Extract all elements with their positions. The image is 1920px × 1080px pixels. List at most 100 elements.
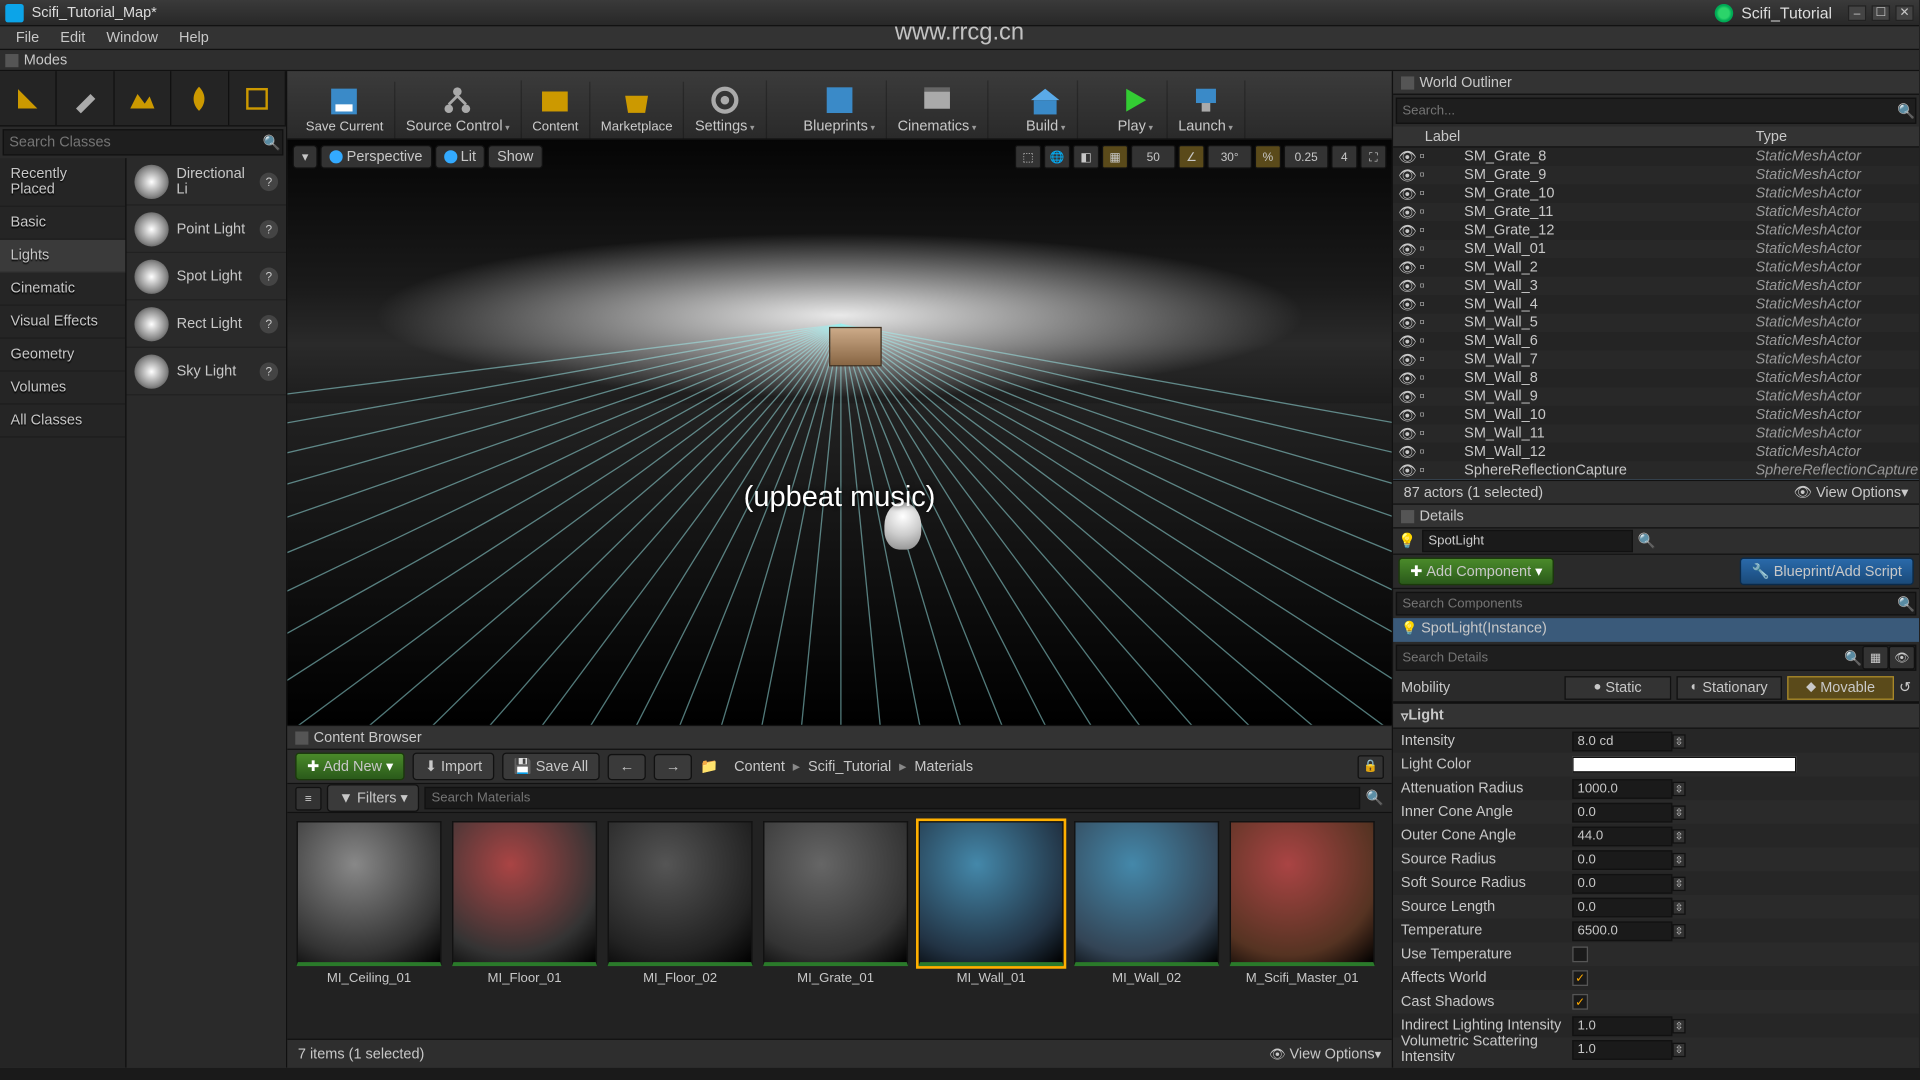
outliner-row[interactable]: 👁▫SM_Grate_12StaticMeshActor xyxy=(1393,221,1919,239)
grid-snap-icon[interactable]: ▦ xyxy=(1102,145,1128,169)
content-browser-tab[interactable]: Content Browser xyxy=(287,726,1391,750)
search-materials-input[interactable] xyxy=(425,787,1361,809)
checkbox[interactable] xyxy=(1572,994,1588,1010)
add-component-button[interactable]: ✚ Add Component ▾ xyxy=(1398,558,1554,586)
spinner-icon[interactable]: ⇳ xyxy=(1673,852,1686,866)
mobility-static[interactable]: ● Static xyxy=(1564,675,1670,699)
actor-name-input[interactable] xyxy=(1422,530,1633,552)
grid-snap-value[interactable]: 50 xyxy=(1131,145,1176,169)
outliner-row[interactable]: 👁▫SM_Wall_2StaticMeshActor xyxy=(1393,258,1919,276)
asset-m_scifi_master_01[interactable]: M_Scifi_Master_01 xyxy=(1228,821,1376,1031)
scale-snap-value[interactable]: 0.25 xyxy=(1284,145,1329,169)
minimize-button[interactable]: – xyxy=(1848,5,1866,21)
visibility-icon[interactable]: 👁 xyxy=(1398,204,1416,221)
mode-paint-icon[interactable] xyxy=(57,71,114,125)
menu-help[interactable]: Help xyxy=(168,27,219,48)
outliner-row[interactable]: 👁▫SM_Grate_9StaticMeshActor xyxy=(1393,166,1919,184)
spinner-icon[interactable]: ⇳ xyxy=(1673,733,1686,747)
blueprint-add-script-button[interactable]: 🔧 Blueprint/Add Script xyxy=(1740,558,1914,586)
blueprints-button[interactable]: Blueprints▾ xyxy=(793,80,887,138)
crumb-materials[interactable]: Materials xyxy=(906,757,981,778)
visibility-icon[interactable]: 👁 xyxy=(1398,407,1416,424)
play-button[interactable]: Play▾ xyxy=(1104,80,1167,138)
visibility-icon[interactable]: 👁 xyxy=(1398,277,1416,294)
outliner-row[interactable]: 👁▫SM_Wall_3StaticMeshActor xyxy=(1393,277,1919,295)
surface-snap-icon[interactable]: ◧ xyxy=(1073,145,1099,169)
info-icon[interactable]: ? xyxy=(260,362,278,380)
prop-value-input[interactable] xyxy=(1572,778,1672,798)
visibility-icon[interactable]: 👁 xyxy=(1398,167,1416,184)
scale-snap-icon[interactable]: % xyxy=(1255,145,1281,169)
visibility-icon[interactable]: 👁 xyxy=(1398,462,1416,479)
info-icon[interactable]: ? xyxy=(260,172,278,190)
asset-mi_floor_02[interactable]: MI_Floor_02 xyxy=(606,821,754,1031)
filters-button[interactable]: ▼ Filters▾ xyxy=(327,784,420,812)
checkbox[interactable] xyxy=(1572,946,1588,962)
prop-value-input[interactable] xyxy=(1572,731,1672,751)
mode-geometry-icon[interactable] xyxy=(229,71,286,125)
spinner-icon[interactable]: ⇳ xyxy=(1673,805,1686,819)
spinner-icon[interactable]: ⇳ xyxy=(1673,876,1686,890)
spinner-icon[interactable]: ⇳ xyxy=(1673,1042,1686,1056)
visibility-icon[interactable]: 👁 xyxy=(1398,222,1416,239)
modes-tab[interactable]: Modes xyxy=(0,50,1919,71)
save-current-button[interactable]: Save Current xyxy=(295,82,395,139)
visibility-icon[interactable]: 👁 xyxy=(1398,296,1416,313)
search-icon[interactable]: 🔍 xyxy=(261,134,282,151)
marketplace-button[interactable]: Marketplace xyxy=(590,82,684,139)
visibility-icon[interactable]: 👁 xyxy=(1398,351,1416,368)
visibility-icon[interactable]: 👁 xyxy=(1398,241,1416,258)
outliner-row[interactable]: 👁▫SM_Wall_01StaticMeshActor xyxy=(1393,240,1919,258)
viewport-maximize-icon[interactable]: ⛶ xyxy=(1360,145,1386,169)
light-point-light[interactable]: Point Light? xyxy=(127,206,286,253)
search-icon[interactable]: 🔍 xyxy=(1897,595,1915,612)
view-options-button[interactable]: 👁 View Options▾ xyxy=(1269,1046,1381,1062)
angle-snap-value[interactable]: 30° xyxy=(1207,145,1252,169)
visibility-icon[interactable]: 👁 xyxy=(1398,370,1416,387)
eye-icon[interactable]: 👁 xyxy=(1889,646,1915,670)
menu-window[interactable]: Window xyxy=(96,27,169,48)
world-outliner-tab[interactable]: World Outliner xyxy=(1393,71,1919,95)
outliner-row[interactable]: 👁▫SphereReflectionCaptureSphereReflectio… xyxy=(1393,461,1919,479)
search-classes[interactable]: 🔍 xyxy=(3,129,284,155)
spinner-icon[interactable]: ⇳ xyxy=(1673,1018,1686,1032)
search-classes-input[interactable] xyxy=(4,132,261,153)
maximize-button[interactable]: ☐ xyxy=(1872,5,1890,21)
outliner-row[interactable]: 👁▫SM_Wall_8StaticMeshActor xyxy=(1393,369,1919,387)
info-icon[interactable]: ? xyxy=(260,219,278,237)
category-basic[interactable]: Basic xyxy=(0,207,125,240)
visibility-icon[interactable]: 👁 xyxy=(1398,185,1416,202)
light-directional-li[interactable]: Directional Li? xyxy=(127,158,286,205)
lock-icon[interactable]: 🔒 xyxy=(1358,755,1384,779)
outliner-view-options[interactable]: 👁 View Options▾ xyxy=(1794,484,1909,501)
actor-gizmo[interactable] xyxy=(829,327,882,367)
prop-value-input[interactable] xyxy=(1572,826,1672,846)
prop-value-input[interactable] xyxy=(1572,1016,1672,1036)
category-cinematic[interactable]: Cinematic xyxy=(0,273,125,306)
info-icon[interactable]: ? xyxy=(260,314,278,332)
crumb-content[interactable]: Content xyxy=(726,757,793,778)
asset-mi_ceiling_01[interactable]: MI_Ceiling_01 xyxy=(295,821,443,1031)
crumb-scifi_tutorial[interactable]: Scifi_Tutorial xyxy=(800,757,899,778)
prop-value-input[interactable] xyxy=(1572,802,1672,822)
lit-button[interactable]: Lit xyxy=(434,145,485,169)
mode-place-icon[interactable] xyxy=(0,71,57,125)
show-button[interactable]: Show xyxy=(488,145,543,169)
category-visual-effects[interactable]: Visual Effects xyxy=(0,306,125,339)
source-control-status-icon[interactable] xyxy=(1715,3,1733,21)
asset-mi_wall_02[interactable]: MI_Wall_02 xyxy=(1073,821,1221,1031)
asset-mi_floor_01[interactable]: MI_Floor_01 xyxy=(451,821,599,1031)
coord-space-icon[interactable]: 🌐 xyxy=(1044,145,1070,169)
prop-value-input[interactable] xyxy=(1572,1039,1672,1059)
outliner-row[interactable]: 👁▫SM_Wall_9StaticMeshActor xyxy=(1393,387,1919,405)
source-control-button[interactable]: Source Control▾ xyxy=(395,80,521,138)
content-button[interactable]: Content xyxy=(522,82,591,139)
category-volumes[interactable]: Volumes xyxy=(0,372,125,405)
outliner-row[interactable]: 👁▫SM_Grate_10StaticMeshActor xyxy=(1393,185,1919,203)
outliner-row[interactable]: 👁▫SM_Wall_7StaticMeshActor xyxy=(1393,351,1919,369)
history-back-button[interactable]: ← xyxy=(608,753,646,779)
search-icon[interactable]: 🔍 xyxy=(1897,102,1915,119)
history-fwd-button[interactable]: → xyxy=(654,753,692,779)
visibility-icon[interactable]: 👁 xyxy=(1398,148,1416,165)
viewport[interactable]: ▾ Perspective Lit Show ⬚ 🌐 ◧ ▦ 50 ∠ 30° … xyxy=(287,140,1391,725)
